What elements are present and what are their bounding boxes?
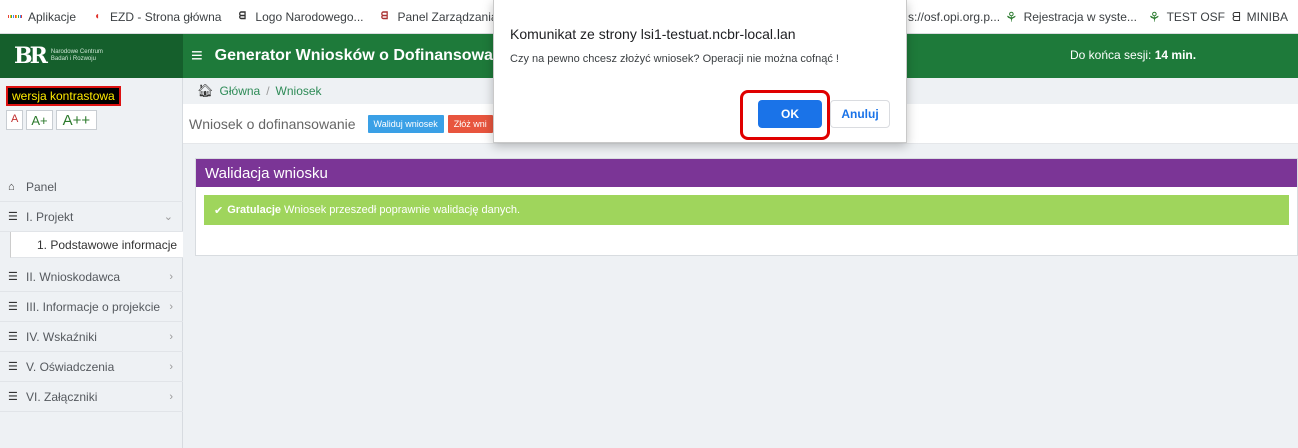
sidebar-item-label: IV. Wskaźniki: [26, 329, 97, 344]
list-icon: ☰: [8, 391, 18, 403]
list-icon: ☰: [8, 301, 18, 313]
confirm-dialog: Komunikat ze strony lsi1-testuat.ncbr-lo…: [493, 0, 907, 143]
sidebar-item-projekt[interactable]: ☰ I. Projekt ⌄: [0, 202, 183, 232]
sidebar-item-podstawowe-informacje[interactable]: 1. Podstawowe informacje: [10, 232, 183, 258]
bookmark-label: MINIBA: [1246, 10, 1289, 24]
chevron-right-icon: ›: [169, 330, 173, 343]
bookmark-test-osf[interactable]: ⚘ TEST OSF: [1148, 0, 1225, 34]
bookmark-label: TEST OSF: [1166, 10, 1226, 24]
session-timer: Do końca sesji: 14 min.: [1070, 48, 1196, 62]
chevron-right-icon: ›: [169, 390, 173, 403]
sidebar-item-label: Panel: [26, 179, 57, 194]
bookmark-label: Logo Narodowego...: [255, 9, 364, 24]
app-title: Generator Wniosków o Dofinansowanie: [214, 47, 517, 64]
dialog-message: Czy na pewno chcesz złożyć wniosek? Oper…: [510, 53, 839, 65]
list-icon: ☰: [8, 271, 18, 283]
ncbr-icon: ᗺ: [1232, 9, 1241, 24]
sidebar-item-label: I. Projekt: [26, 209, 74, 224]
alert-text: Wniosek przeszedł poprawnie walidację da…: [284, 204, 521, 216]
breadcrumb-separator: /: [266, 84, 270, 98]
bookmark-miniba[interactable]: ᗺ MINIBA: [1232, 0, 1288, 34]
sidebar: wersja kontrastowa A A+ A++ ⌂ Panel ☰ I.…: [0, 78, 183, 448]
ok-button[interactable]: OK: [758, 100, 822, 128]
sidebar-item-label: 1. Podstawowe informacje: [37, 237, 178, 252]
logo-text: Narodowe Centrum Badań i Rozwoju: [50, 49, 103, 62]
osf-icon: ⚘: [1148, 8, 1161, 25]
bookmark-logo-ncbr[interactable]: ᗺ Logo Narodowego...: [235, 9, 364, 24]
sidebar-item-label: V. Oświadczenia: [26, 359, 115, 374]
font-size-controls: A A+ A++: [6, 110, 98, 130]
bookmark-osf-opi[interactable]: s://osf.opi.org.p...: [908, 0, 1000, 34]
validate-button[interactable]: Waliduj wniosek: [367, 114, 444, 133]
cancel-button[interactable]: Anuluj: [830, 100, 890, 128]
validation-panel: Walidacja wniosku ✔ Gratulacje Wniosek p…: [195, 158, 1298, 256]
bookmark-apps[interactable]: Aplikacje: [7, 9, 77, 24]
breadcrumb-current[interactable]: Wniosek: [276, 84, 322, 98]
contrast-version-button[interactable]: wersja kontrastowa: [6, 86, 121, 106]
panel-title: Walidacja wniosku: [196, 159, 1297, 187]
list-icon: ☰: [8, 211, 18, 223]
check-icon: ✔: [214, 204, 224, 217]
chevron-right-icon: ›: [169, 270, 173, 283]
dialog-title: Komunikat ze strony lsi1-testuat.ncbr-lo…: [510, 26, 796, 42]
sidebar-item-wnioskodawca[interactable]: ☰ II. Wnioskodawca ›: [0, 262, 183, 292]
menu-toggle-icon[interactable]: ≡: [191, 45, 203, 68]
osf-icon: ⚘: [1005, 8, 1018, 25]
panel-icon: ᗺ: [380, 11, 389, 22]
sidebar-item-oswiadczenia[interactable]: ☰ V. Oświadczenia ›: [0, 352, 183, 382]
chevron-down-icon: ⌄: [163, 211, 173, 223]
bookmark-rejestracja[interactable]: ⚘ Rejestracja w syste...: [1005, 0, 1137, 34]
bookmark-label: s://osf.opi.org.p...: [908, 10, 1001, 24]
session-label: Do końca sesji:: [1070, 48, 1152, 62]
sidebar-item-zalaczniki[interactable]: ☰ VI. Załączniki ›: [0, 382, 183, 412]
alert-heading: Gratulacje: [227, 204, 282, 216]
bookmark-label: EZD - Strona główna: [110, 9, 222, 24]
chevron-right-icon: ›: [169, 360, 173, 373]
ncbr-icon: ᗺ: [238, 11, 247, 22]
success-alert: ✔ Gratulacje Wniosek przeszedł poprawnie…: [204, 195, 1289, 225]
breadcrumb-home-link[interactable]: Główna: [220, 84, 261, 98]
bookmark-label: Panel Zarządzania...: [397, 9, 508, 24]
bookmark-label: Aplikacje: [28, 9, 77, 24]
sidebar-item-informacje-o-projekcie[interactable]: ☰ III. Informacje o projekcie ›: [0, 292, 183, 322]
sidebar-item-wskazniki[interactable]: ☰ IV. Wskaźniki ›: [0, 322, 183, 352]
font-large-button[interactable]: A++: [55, 110, 98, 130]
sidebar-nav: ⌂ Panel ☰ I. Projekt ⌄ 1. Podstawowe inf…: [0, 172, 183, 412]
font-medium-button[interactable]: A+: [26, 110, 53, 130]
submit-button[interactable]: Złóż wni: [447, 114, 493, 133]
ncbr-logo[interactable]: BR Narodowe Centrum Badań i Rozwoju: [0, 34, 183, 78]
logo-mark: BR: [14, 43, 48, 69]
chevron-right-icon: ›: [169, 300, 173, 313]
sidebar-item-label: VI. Załączniki: [26, 389, 98, 404]
font-small-button[interactable]: A: [6, 110, 24, 130]
sidebar-item-label: III. Informacje o projekcie: [26, 299, 161, 314]
page-title: Wniosek o dofinansowanie: [189, 115, 356, 132]
bookmark-label: Rejestracja w syste...: [1023, 10, 1137, 24]
ezd-icon: ◖: [94, 11, 101, 22]
bookmark-panel[interactable]: ᗺ Panel Zarządzania...: [378, 10, 508, 24]
home-icon: ⌂: [8, 180, 15, 193]
bookmark-ezd[interactable]: ◖ EZD - Strona główna: [90, 10, 221, 24]
session-value: 14 min.: [1154, 48, 1197, 62]
sidebar-item-panel[interactable]: ⌂ Panel: [0, 172, 183, 202]
list-icon: ☰: [8, 331, 18, 343]
apps-grid-icon: [7, 10, 23, 24]
home-icon[interactable]: 🏠︎: [197, 83, 214, 99]
sidebar-item-label: II. Wnioskodawca: [26, 269, 121, 284]
list-icon: ☰: [8, 361, 18, 373]
